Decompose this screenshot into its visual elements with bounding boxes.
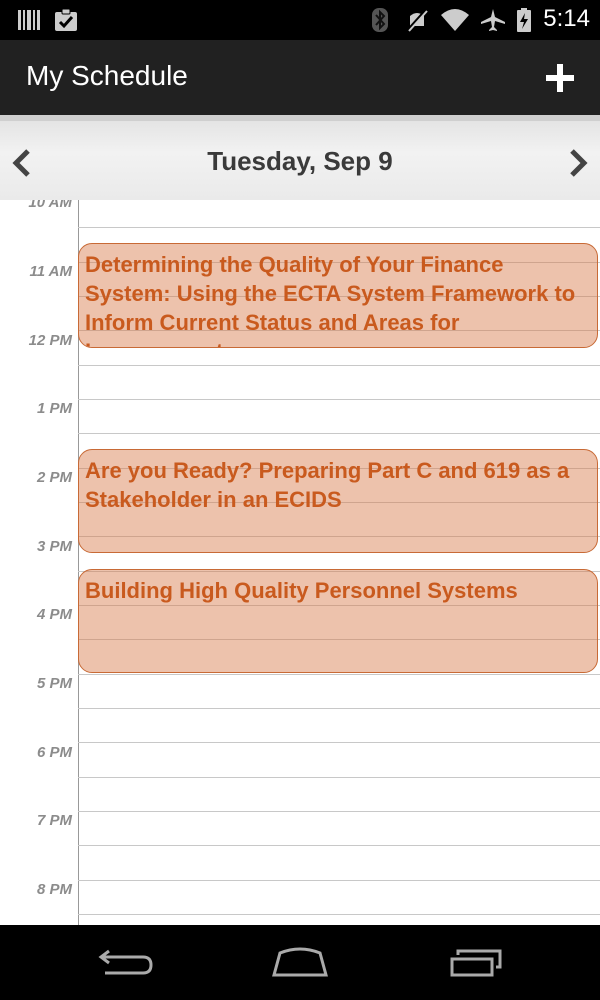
event-title: Determining the Quality of Your Finance …	[85, 252, 576, 347]
event-title: Building High Quality Personnel Systems	[85, 578, 518, 603]
day-schedule-grid[interactable]: 10 AM 11 AM 12 PM 1 PM 2 PM 3 PM 4 PM 5 …	[0, 200, 600, 925]
back-icon[interactable]	[85, 939, 165, 985]
hour-line	[78, 708, 600, 709]
clipboard-check-icon	[55, 8, 77, 31]
system-nav-bar	[0, 925, 600, 1000]
hour-label: 2 PM	[36, 469, 72, 486]
app-bar: My Schedule	[0, 40, 600, 115]
hour-label: 10 AM	[28, 200, 72, 211]
bluetooth-icon	[372, 8, 388, 32]
airplane-icon	[481, 9, 505, 31]
hour-label: 6 PM	[36, 744, 72, 761]
status-bar: 5:14	[0, 0, 600, 40]
event-block[interactable]: Determining the Quality of Your Finance …	[78, 243, 598, 348]
recent-apps-icon[interactable]	[436, 939, 516, 985]
battery-charging-icon	[517, 8, 531, 32]
event-block[interactable]: Are you Ready? Preparing Part C and 619 …	[78, 449, 598, 553]
next-day-button[interactable]	[558, 141, 598, 185]
date-navigator: Tuesday, Sep 9	[0, 115, 600, 200]
hour-label: 7 PM	[36, 812, 72, 829]
half-hour-line	[78, 811, 600, 812]
hour-line	[78, 914, 600, 915]
half-hour-line	[78, 674, 600, 675]
hour-line	[78, 845, 600, 846]
half-hour-line	[78, 880, 600, 881]
hour-line	[78, 433, 600, 434]
hour-line	[78, 777, 600, 778]
wifi-icon	[441, 9, 469, 31]
mute-icon	[406, 8, 428, 32]
add-event-button[interactable]	[540, 58, 580, 98]
hour-line	[78, 227, 600, 228]
home-icon[interactable]	[260, 939, 340, 985]
event-title: Are you Ready? Preparing Part C and 619 …	[85, 458, 570, 512]
hour-label: 11 AM	[29, 263, 72, 280]
hour-label: 3 PM	[36, 538, 72, 555]
hour-label: 1 PM	[36, 400, 72, 417]
hour-label: 5 PM	[36, 675, 72, 692]
chevron-right-icon	[570, 149, 588, 177]
page-title: My Schedule	[26, 60, 188, 91]
hour-label: 4 PM	[36, 606, 72, 623]
event-block[interactable]: Building High Quality Personnel Systems	[78, 569, 598, 673]
barcode-icon	[18, 10, 40, 30]
half-hour-line	[78, 742, 600, 743]
hour-label: 8 PM	[36, 881, 72, 898]
hour-line	[78, 365, 600, 366]
hour-label: 12 PM	[28, 332, 72, 349]
half-hour-line	[78, 399, 600, 400]
current-date: Tuesday, Sep 9	[207, 146, 393, 176]
status-time: 5:14	[543, 5, 590, 32]
